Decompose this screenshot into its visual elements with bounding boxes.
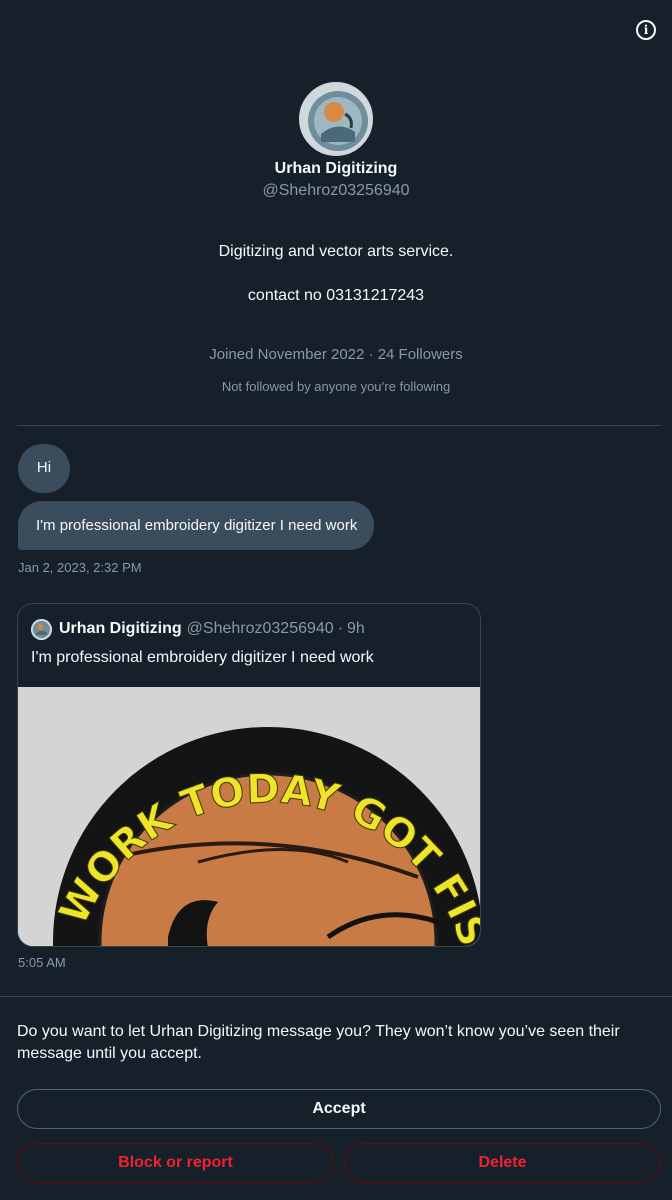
quoted-tweet-name: Urhan Digitizing: [59, 620, 182, 637]
info-icon[interactable]: i: [636, 20, 656, 40]
quoted-tweet-image[interactable]: WORK TODAY GOT FISH TO: [18, 687, 480, 946]
block-or-report-button[interactable]: Block or report: [17, 1143, 334, 1183]
quoted-tweet-card[interactable]: Urhan Digitizing @Shehroz03256940 · 9h I…: [17, 603, 481, 947]
bio: Digitizing and vector arts service. cont…: [0, 219, 672, 329]
accept-button[interactable]: Accept: [17, 1089, 661, 1129]
embroidery-patch-image: WORK TODAY GOT FISH TO: [18, 687, 480, 946]
quoted-tweet-handle: @Shehroz03256940: [186, 620, 334, 637]
profile-header: Urhan Digitizing @Shehroz03256940 Digiti…: [0, 82, 672, 395]
avatar-image: [301, 84, 371, 154]
avatar[interactable]: [299, 82, 373, 156]
quoted-tweet-time: 9h: [347, 620, 365, 637]
display-name[interactable]: Urhan Digitizing: [0, 158, 672, 180]
avatar: [31, 618, 52, 640]
avatar-image: [31, 618, 52, 640]
handle: @Shehroz03256940: [262, 182, 410, 199]
delete-button[interactable]: Delete: [344, 1143, 661, 1183]
profile-meta: Joined November 2022 · 24 Followers: [0, 345, 672, 365]
bio-line: Digitizing and vector arts service.: [218, 243, 454, 260]
message-request-prompt: Do you want to let Urhan Digitizing mess…: [17, 1023, 620, 1062]
message-timestamp: 5:05 AM: [18, 955, 66, 970]
meta-separator: ·: [337, 620, 344, 637]
meta-separator: ·: [368, 346, 374, 363]
bio-line: contact no 03131217243: [247, 287, 425, 304]
followers-count[interactable]: 24 Followers: [378, 346, 463, 363]
dm-conversation: i Urhan Digitizing @Shehroz03256940 Digi…: [0, 0, 672, 1200]
joined-date: Joined November 2022: [209, 346, 365, 363]
quoted-tweet-text: I'm professional embroidery digitizer I …: [31, 649, 374, 666]
divider: [17, 425, 661, 426]
message-bubble[interactable]: Hi: [18, 444, 70, 493]
quoted-tweet-header: Urhan Digitizing @Shehroz03256940 · 9h: [31, 618, 468, 640]
followed-by-note: Not followed by anyone you’re following: [221, 379, 451, 394]
message-timestamp: Jan 2, 2023, 2:32 PM: [18, 560, 142, 575]
message-bubble[interactable]: I'm professional embroidery digitizer I …: [18, 501, 375, 550]
divider: [0, 996, 672, 997]
